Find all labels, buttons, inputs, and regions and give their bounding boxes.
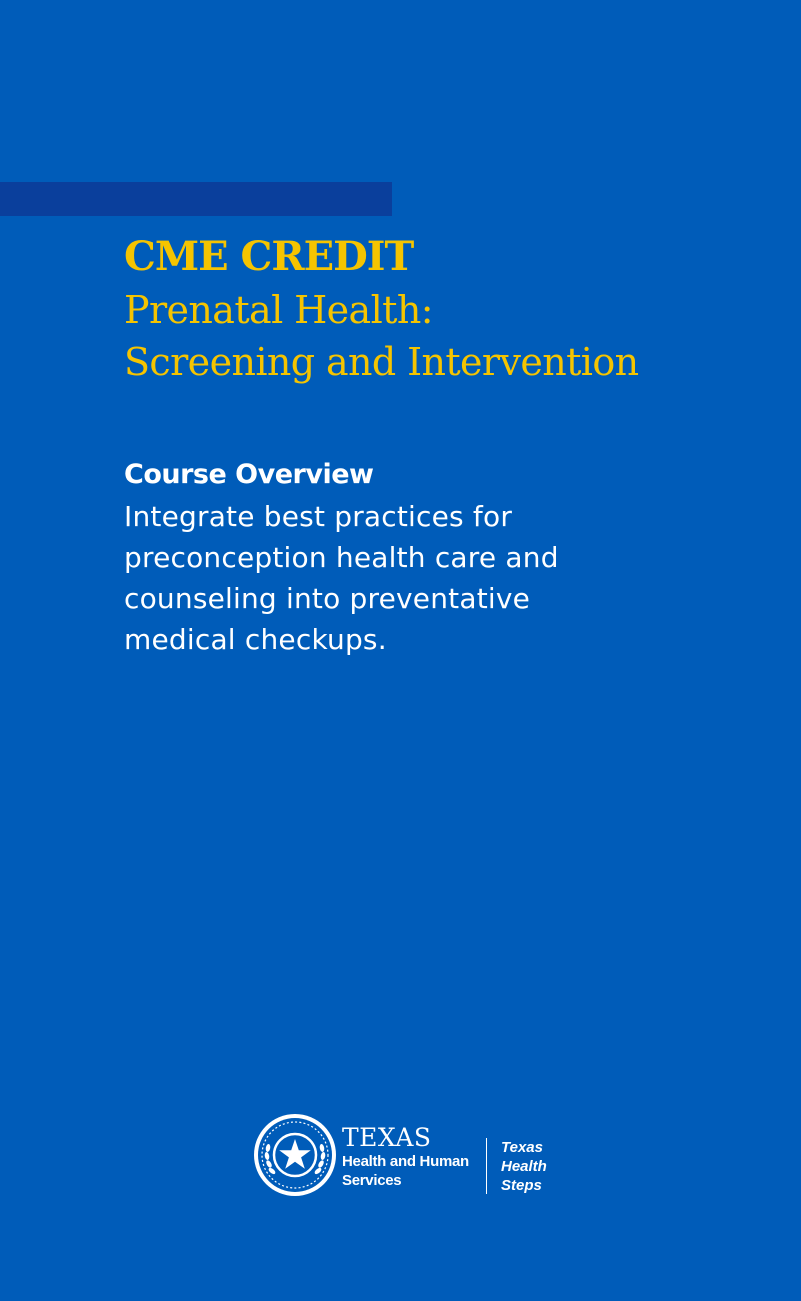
texas-hhs-seal-icon	[254, 1114, 336, 1196]
ths-steps-text: Steps	[501, 1177, 542, 1194]
course-title: Prenatal Health: Screening and Intervent…	[124, 284, 784, 388]
cme-credit-kicker: CME CREDIT	[124, 233, 414, 280]
ths-health-text: Health	[501, 1158, 547, 1175]
course-title-line-2: Screening and Intervention	[124, 340, 639, 384]
course-overview-heading: Course Overview	[124, 459, 374, 490]
logo-divider	[486, 1138, 487, 1194]
texas-health-steps-wordmark: Texas Health Steps	[501, 1138, 547, 1195]
course-overview-text: Integrate best practices for preconcepti…	[124, 500, 559, 656]
course-title-line-1: Prenatal Health:	[124, 288, 434, 332]
footer-logos: TEXAS Health and Human Services Texas He…	[252, 1112, 562, 1198]
hhs-health-and-human-text: Health and Human	[342, 1153, 469, 1170]
texas-hhs-wordmark: TEXAS Health and Human Services	[342, 1124, 469, 1190]
hhs-services-text: Services	[342, 1172, 402, 1189]
ths-texas-text: Texas	[501, 1139, 543, 1156]
accent-bar	[0, 182, 392, 216]
hhs-texas-text: TEXAS	[342, 1123, 432, 1152]
